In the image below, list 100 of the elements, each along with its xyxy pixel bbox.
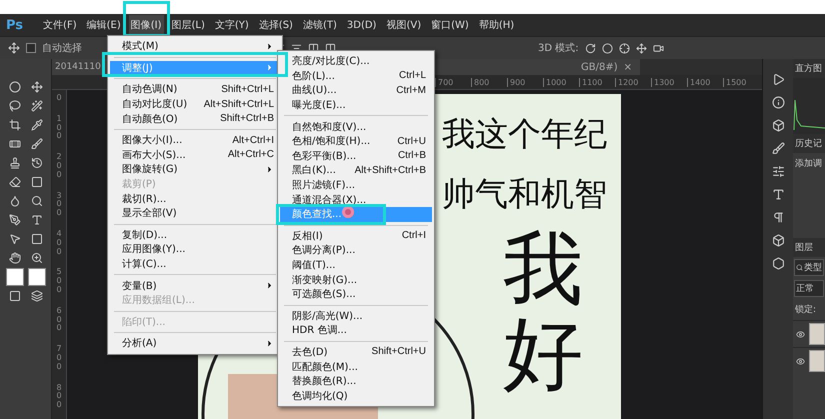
menu-item[interactable]: 替换颜色(R)... bbox=[280, 374, 432, 388]
option-label: 自动选择 bbox=[42, 42, 82, 55]
bandage-icon[interactable] bbox=[9, 138, 21, 150]
menu-title[interactable]: 窗口(W) bbox=[429, 15, 471, 35]
menu-title[interactable]: 3D(D) bbox=[344, 16, 378, 34]
rectangle-icon[interactable] bbox=[31, 232, 43, 244]
menu-item[interactable]: 阴影/高光(W)... bbox=[280, 308, 432, 324]
menu-item[interactable]: 反相(I) Ctrl+I bbox=[280, 228, 432, 244]
menu-item[interactable]: 分析(A) bbox=[110, 336, 280, 351]
menu-item[interactable]: 画布大小(S)... Alt+Ctrl+C bbox=[110, 148, 280, 162]
ruler-number: 500 bbox=[55, 268, 63, 295]
play-icon[interactable] bbox=[772, 73, 784, 86]
hand-icon[interactable] bbox=[9, 252, 21, 264]
menu-item[interactable]: 色调分离(P)... bbox=[280, 243, 432, 258]
panel-tab[interactable]: 图层 bbox=[793, 238, 825, 257]
menu-item[interactable]: 色彩平衡(B)... Ctrl+B bbox=[280, 148, 432, 164]
menu-item[interactable]: 计算(C)... bbox=[110, 256, 280, 272]
rotate-icon[interactable] bbox=[584, 42, 596, 54]
ruler-number: 1400 bbox=[687, 78, 723, 86]
menu-item[interactable]: 可选颜色(S)... bbox=[280, 286, 432, 302]
crop-icon[interactable] bbox=[9, 118, 21, 130]
menu-item[interactable]: 黑白(K)... Alt+Shift+Ctrl+B bbox=[280, 163, 432, 178]
panel-tab[interactable]: 直方图 bbox=[793, 59, 825, 78]
menu-item[interactable]: 模式(M) bbox=[110, 39, 280, 54]
move-tool-icon[interactable] bbox=[31, 80, 43, 92]
lasso-icon[interactable] bbox=[9, 100, 21, 112]
menu-item[interactable]: 去色(D) Shift+Ctrl+U bbox=[280, 344, 432, 360]
droplet-icon[interactable] bbox=[9, 194, 21, 206]
menu-item[interactable]: 曝光度(E)... bbox=[280, 98, 432, 112]
menu-item[interactable]: 自然饱和度(V)... bbox=[280, 119, 432, 134]
camera-icon[interactable] bbox=[652, 42, 664, 54]
ruler-number: 1300 bbox=[651, 78, 687, 86]
menu-item[interactable]: 阈值(T)... bbox=[280, 258, 432, 272]
menu-item[interactable]: 照片滤镜(F)... bbox=[280, 178, 432, 192]
canvas-text: 好 bbox=[503, 314, 583, 394]
menu-title[interactable]: 图像(I) bbox=[128, 15, 164, 35]
menu-item[interactable]: 自动色调(N) Shift+Ctrl+L bbox=[110, 82, 280, 97]
menu-title[interactable]: 文件(F) bbox=[41, 15, 79, 35]
type-tool-icon[interactable] bbox=[31, 214, 43, 226]
menu-item[interactable]: 图像大小(I)... Alt+Ctrl+I bbox=[110, 132, 280, 148]
history-brush-icon[interactable] bbox=[31, 156, 43, 168]
pointer-icon[interactable] bbox=[9, 232, 21, 244]
menu-title[interactable]: 图层(L) bbox=[170, 15, 207, 35]
search-icon bbox=[796, 264, 803, 271]
ruler-number: 200 bbox=[55, 153, 63, 180]
paragraph-icon[interactable] bbox=[772, 211, 784, 224]
menu-item[interactable]: 自动颜色(O) Shift+Ctrl+B bbox=[110, 111, 280, 126]
blend-mode-dropdown[interactable]: 正常 bbox=[794, 280, 824, 297]
wand-icon[interactable] bbox=[31, 100, 43, 112]
history-item[interactable]: 添加调 bbox=[793, 153, 825, 174]
menu-item[interactable]: 裁切(R)... bbox=[110, 191, 280, 206]
menu-item[interactable]: 曲线(U)... Ctrl+M bbox=[280, 83, 432, 98]
menu-item[interactable]: 图像旋转(G) bbox=[110, 162, 280, 177]
menu-title[interactable]: 滤镜(T) bbox=[300, 15, 339, 35]
ruler-number: 0 bbox=[55, 94, 63, 103]
ruler-number: 800 bbox=[55, 384, 63, 410]
sliders-icon[interactable] bbox=[772, 165, 784, 178]
panel-tab[interactable]: 历史记 bbox=[793, 134, 825, 153]
menu-title[interactable]: 编辑(E) bbox=[84, 15, 123, 35]
menu-title[interactable]: 文字(Y) bbox=[212, 15, 251, 35]
ruler-number: 400 bbox=[55, 230, 63, 256]
brush-icon[interactable] bbox=[31, 138, 43, 150]
menu-item[interactable]: 色调均化(Q) bbox=[280, 388, 432, 404]
visibility-icon[interactable] bbox=[796, 330, 805, 338]
menu-title[interactable]: 视图(V) bbox=[384, 15, 424, 35]
background-swatch[interactable] bbox=[28, 268, 46, 286]
menu-item[interactable]: 变量(B) bbox=[110, 278, 280, 293]
ruler-number: 600 bbox=[55, 306, 63, 334]
visibility-icon[interactable] bbox=[796, 356, 805, 366]
menu-item[interactable]: 色相/饱和度(H)... Ctrl+U bbox=[280, 134, 432, 149]
menu-item[interactable]: 应用图像(Y)... bbox=[110, 242, 280, 257]
pen-icon[interactable] bbox=[9, 214, 21, 226]
brush-icon[interactable] bbox=[772, 142, 784, 155]
zoom-icon[interactable] bbox=[31, 252, 43, 264]
checkbox[interactable] bbox=[26, 43, 36, 53]
menu-item[interactable]: HDR 色调... bbox=[280, 323, 432, 338]
lock-label: 锁定: bbox=[794, 304, 818, 317]
ruler-number: 1500 bbox=[723, 78, 759, 86]
info-icon[interactable] bbox=[772, 96, 784, 109]
submenu-arrow-icon bbox=[265, 63, 274, 72]
search-field[interactable]: 类型 bbox=[794, 259, 824, 276]
menu-title[interactable]: 帮助(H) bbox=[476, 15, 516, 35]
menu-item[interactable]: 匹配颜色(M)... bbox=[280, 359, 432, 374]
menu-item[interactable]: 渐变映射(G)... bbox=[280, 272, 432, 287]
cube-icon[interactable] bbox=[772, 234, 784, 247]
menu-item[interactable]: 通道混合器(X)... bbox=[280, 192, 432, 207]
submenu-arrow-icon bbox=[265, 281, 274, 290]
hexagon-icon[interactable] bbox=[772, 257, 784, 270]
menu-item[interactable]: 复制(D)... bbox=[110, 228, 280, 242]
layer-thumbnail bbox=[809, 323, 825, 345]
menu-title[interactable]: 选择(S) bbox=[256, 15, 295, 35]
move-tool-icon[interactable] bbox=[8, 42, 20, 54]
menu-item[interactable]: 自动对比度(U) Alt+Shift+Ctrl+L bbox=[110, 96, 280, 112]
foreground-swatch[interactable] bbox=[6, 268, 24, 286]
character-icon[interactable] bbox=[772, 188, 784, 201]
stamp-icon[interactable] bbox=[9, 156, 21, 168]
ruler-number: 1200 bbox=[615, 78, 651, 86]
eyedropper-icon[interactable] bbox=[31, 118, 43, 130]
eraser-icon[interactable] bbox=[9, 176, 21, 188]
menu-item[interactable]: 显示全部(V) bbox=[110, 206, 280, 221]
